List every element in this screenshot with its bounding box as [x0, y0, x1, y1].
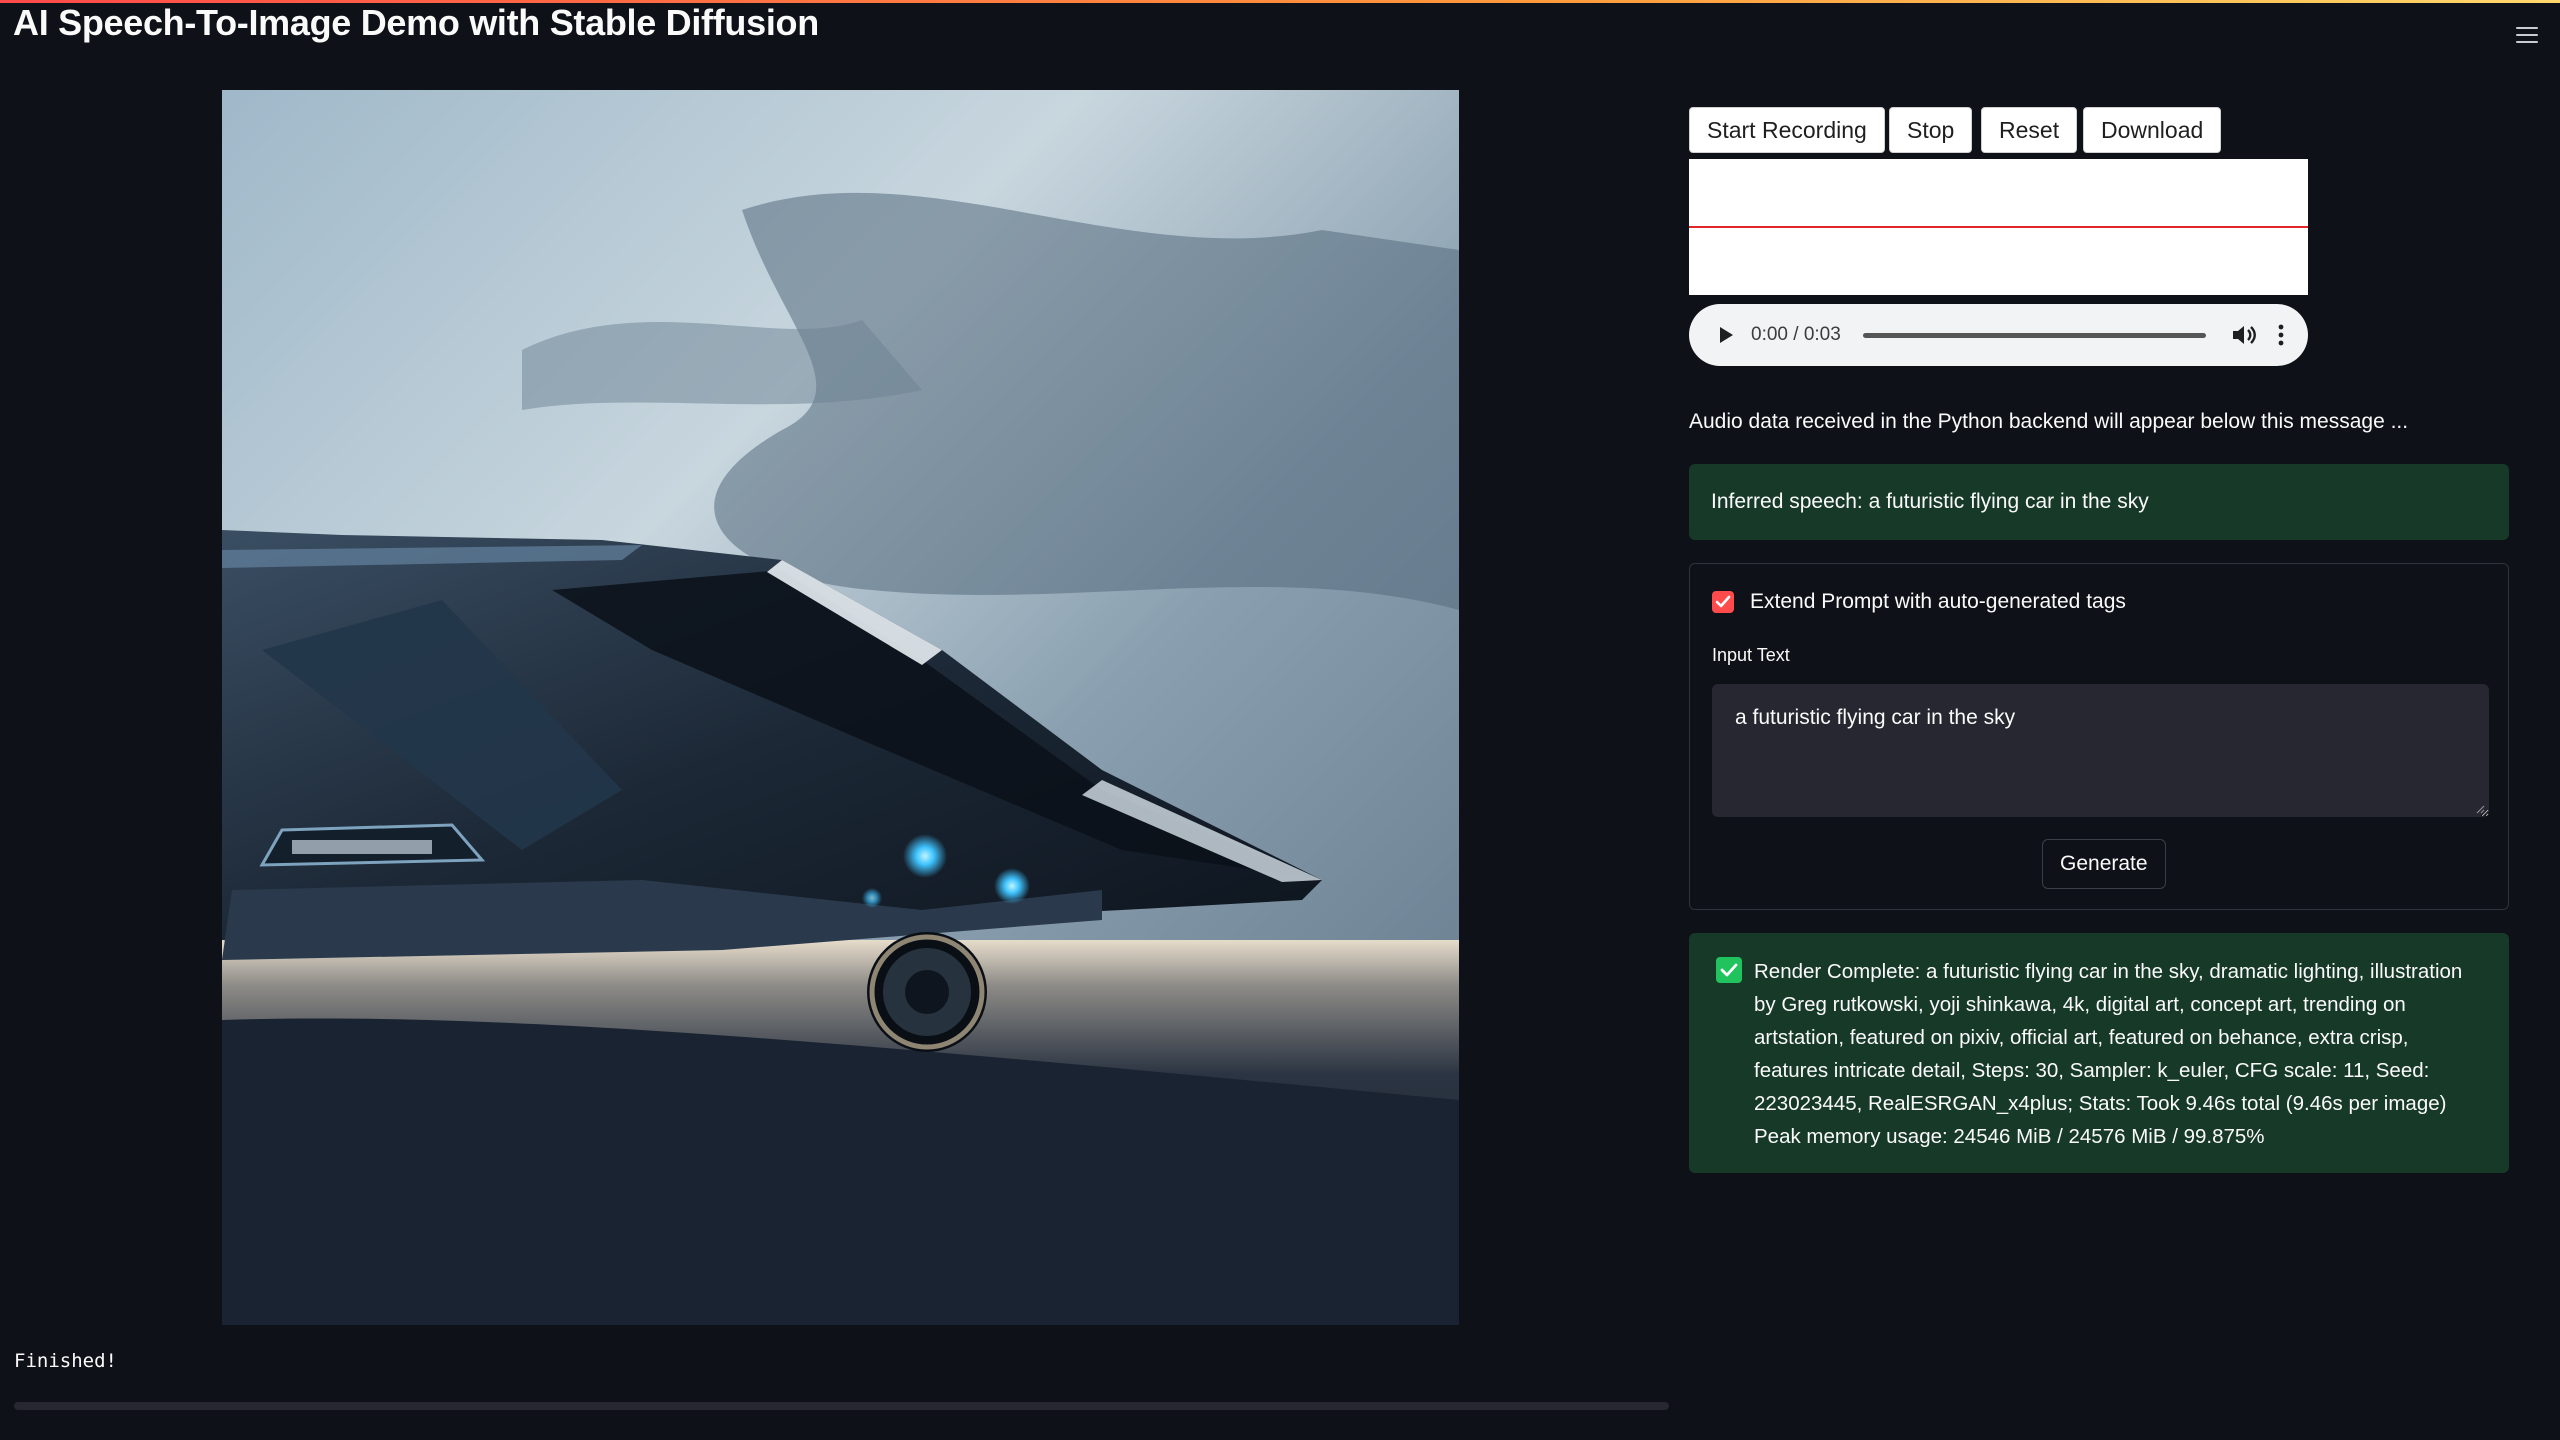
backend-message: Audio data received in the Python backen… [1689, 410, 2409, 433]
input-text-label: Input Text [1712, 645, 1790, 665]
input-text-area[interactable]: a futuristic flying car in the sky [1712, 684, 2489, 817]
resize-grip-icon[interactable] [2475, 804, 2485, 814]
audio-player[interactable]: 0:00 / 0:03 [1689, 304, 2308, 366]
waveform-line [1689, 226, 2308, 228]
start-recording-button[interactable]: Start Recording [1689, 107, 1885, 153]
audio-seek-bar[interactable] [1862, 332, 2206, 338]
waveform-canvas [1689, 159, 2308, 295]
inferred-speech-alert: Inferred speech: a futuristic flying car… [1689, 464, 2509, 540]
extend-prompt-label: Extend Prompt with auto-generated tags [1750, 590, 2126, 613]
play-icon[interactable] [1713, 322, 1739, 348]
generate-button[interactable]: Generate [2042, 839, 2166, 889]
hamburger-menu-icon[interactable] [2512, 22, 2542, 48]
inferred-speech-text: Inferred speech: a futuristic flying car… [1711, 490, 2149, 513]
extend-prompt-checkbox[interactable]: Extend Prompt with auto-generated tags [1712, 590, 2126, 614]
status-text: Finished! [14, 1350, 117, 1372]
more-vert-icon[interactable] [2274, 321, 2288, 349]
progress-bar [14, 1402, 1669, 1410]
render-complete-alert: Render Complete: a futuristic flying car… [1689, 933, 2509, 1173]
checkbox-checked-icon[interactable] [1712, 591, 1734, 613]
render-complete-text: Render Complete: a futuristic flying car… [1754, 960, 2463, 1148]
volume-icon[interactable] [2230, 321, 2258, 349]
page-title: AI Speech-To-Image Demo with Stable Diff… [13, 2, 819, 43]
generated-image [222, 90, 1459, 1325]
prompt-form: Extend Prompt with auto-generated tags I… [1689, 563, 2509, 910]
app-page: AI Speech-To-Image Demo with Stable Diff… [0, 0, 2560, 1440]
reset-button[interactable]: Reset [1981, 107, 2078, 153]
download-button[interactable]: Download [2083, 107, 2222, 153]
stop-button[interactable]: Stop [1889, 107, 1973, 153]
success-check-icon [1716, 957, 1742, 983]
audio-time: 0:00 / 0:03 [1751, 324, 1841, 345]
